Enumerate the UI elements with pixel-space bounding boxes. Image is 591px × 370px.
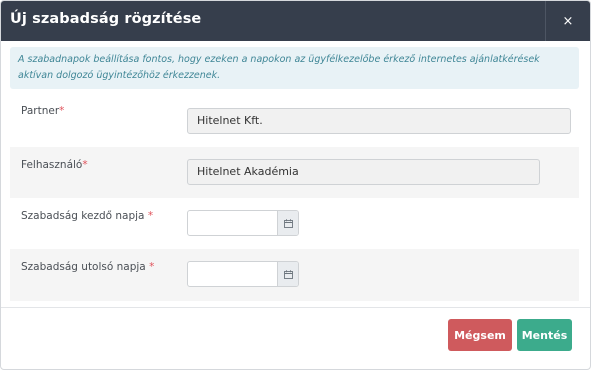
required-mark: * (147, 210, 154, 222)
start-date-input[interactable] (187, 210, 299, 236)
required-mark: * (59, 105, 65, 117)
start-date-row: Szabadság kezdő napja * (10, 198, 579, 249)
user-row: Felhasználó* Hitelnet Akadémia (10, 147, 579, 198)
required-mark: * (82, 159, 88, 171)
info-text: A szabadnapok beállítása fontos, hogy ez… (18, 54, 540, 81)
calendar-icon (283, 218, 293, 228)
end-date-label: Szabadság utolsó napja * (21, 261, 155, 273)
modal-header: Új szabadság rögzítése × (1, 1, 590, 41)
user-field[interactable]: Hitelnet Akadémia (187, 159, 540, 185)
footer-divider (1, 307, 590, 308)
partner-field[interactable]: Hitelnet Kft. (187, 108, 571, 134)
required-mark: * (149, 261, 155, 273)
save-button[interactable]: Mentés (517, 319, 572, 351)
modal-title: Új szabadság rögzítése (10, 11, 202, 27)
end-date-row: Szabadság utolsó napja * (10, 249, 579, 301)
close-button[interactable]: × (546, 1, 590, 41)
info-alert: A szabadnapok beállítása fontos, hogy ez… (10, 47, 579, 89)
cancel-button[interactable]: Mégsem (448, 319, 512, 351)
calendar-icon (283, 269, 293, 279)
new-leave-modal: Új szabadság rögzítése × A szabadnapok b… (0, 0, 591, 370)
start-date-picker-button[interactable] (277, 211, 298, 235)
end-date-input[interactable] (187, 261, 299, 287)
partner-row: Partner* Hitelnet Kft. (10, 95, 579, 147)
close-icon: × (562, 13, 574, 29)
partner-label: Partner* (21, 105, 65, 117)
user-label: Felhasználó* (21, 159, 88, 171)
start-date-label: Szabadság kezdő napja * (21, 210, 154, 222)
end-date-picker-button[interactable] (277, 262, 298, 286)
